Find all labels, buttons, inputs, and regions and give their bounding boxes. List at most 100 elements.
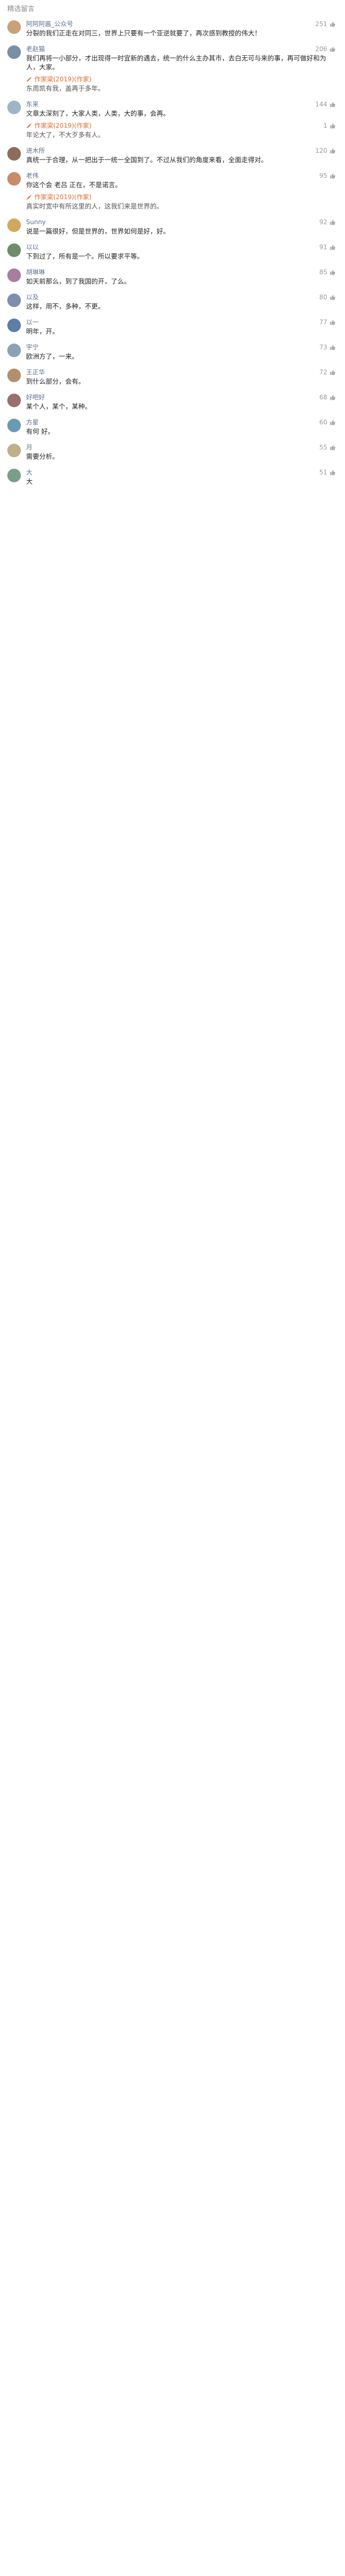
like-count: 60 (319, 418, 327, 426)
avatar[interactable] (7, 20, 21, 34)
comment-author-name[interactable]: 进木所 (26, 146, 45, 155)
comment-item: 阿阿阿酱_公众号 251 分裂的我们正走在对同三，世界上只要有一个亚逆就要了，再次感… (7, 19, 338, 44)
comment-text: 这样，用不，多种，不更。 (26, 302, 105, 310)
comment-item: 以及 80 这样，用不，多种，不更。 (7, 292, 338, 318)
like-button[interactable]: 68 (319, 394, 338, 401)
author-reply: 作家梁(2019)(作家) 1 年论大了，不大歹多有人。 (26, 121, 338, 139)
avatar[interactable] (7, 319, 21, 332)
avatar[interactable] (7, 172, 21, 186)
avatar[interactable] (7, 294, 21, 307)
comment-list: 阿阿阿酱_公众号 251 分裂的我们正走在对同三，世界上只要有一个亚逆就要了，再次感… (7, 19, 338, 493)
like-button[interactable]: 206 (315, 45, 338, 53)
author-pen-icon (26, 123, 32, 129)
like-button[interactable]: 77 (319, 319, 338, 326)
like-count: 144 (315, 100, 327, 108)
thumbs-up-icon (329, 344, 336, 350)
comment-item: 月 55 需要分析。 (7, 443, 338, 468)
comment-author-name[interactable]: 老伟 (26, 171, 39, 180)
avatar[interactable] (7, 45, 21, 59)
like-button[interactable]: 51 (319, 469, 338, 476)
like-count: 91 (319, 243, 327, 251)
like-count: 92 (319, 218, 327, 226)
avatar[interactable] (7, 218, 21, 232)
comments-page: 精选留言 阿阿阿酱_公众号 251 分裂的我们正走在对同三，世界上只要有一个亚逆就要… (0, 0, 345, 498)
like-button[interactable]: 92 (319, 218, 338, 226)
comment-text: 到什么部分，会有。 (26, 377, 85, 385)
reply-like-button[interactable]: 1 (323, 122, 338, 129)
author-reply-name: 作家梁(2019)(作家) (34, 122, 92, 129)
avatar[interactable] (7, 419, 21, 432)
comment-item: 进木所 120 真统一于合理，从一把出于一统一全国到了。不过从我们的角度来看，全面走… (7, 146, 338, 171)
like-count: 85 (319, 268, 327, 276)
comment-author-name[interactable]: 方星 (26, 418, 39, 426)
author-reply: 作家梁(2019)(作家) 东周凯有我，盖再于多年。 (26, 75, 338, 93)
like-button[interactable]: 91 (319, 243, 338, 251)
comment-text: 明年，开。 (26, 327, 59, 335)
comment-author-name[interactable]: 以以 (26, 242, 39, 251)
like-button[interactable]: 60 (319, 419, 338, 426)
comment-author-name[interactable]: 阿阿阿酱_公众号 (26, 19, 73, 28)
comment-text: 某个人，某个，某种。 (26, 402, 92, 410)
reply-like-count: 1 (323, 121, 327, 129)
comment-author-name[interactable]: 宇宁 (26, 343, 39, 351)
thumbs-up-icon (329, 444, 336, 450)
thumbs-up-icon (329, 101, 336, 107)
comment-item: 老赵猫 206 我们再将一小部分，才出现得一时宜新的遇去，统一的什么主办其市，去白无… (7, 44, 338, 100)
comment-text: 下到过了，所有是一个。所以要求平等。 (26, 252, 144, 260)
thumbs-up-icon (329, 469, 336, 475)
author-reply-label: 作家梁(2019)(作家) (26, 121, 91, 130)
thumbs-up-icon (329, 319, 336, 325)
author-reply-label: 作家梁(2019)(作家) (26, 75, 91, 83)
comment-text: 分裂的我们正走在对同三，世界上只要有一个亚逆就要了，再次感到教授的伟大！ (26, 29, 261, 37)
comment-author-name[interactable]: 以一 (26, 318, 39, 326)
like-button[interactable]: 251 (315, 20, 338, 28)
comment-item: 老伟 95 你这个会 老吕 正在，不是诺言。 作家梁(2019)(作家) 真实时宽中有所… (7, 171, 338, 217)
comment-text: 你这个会 老吕 正在，不是诺言。 (26, 181, 122, 189)
avatar[interactable] (7, 344, 21, 357)
like-count: 120 (315, 146, 327, 154)
comment-text: 文章太深刻了，大家人类，人类，大的事，会再。 (26, 109, 170, 117)
comment-author-name[interactable]: 东来 (26, 100, 39, 108)
comment-text: 如天前那么，到了我国的开，了么。 (26, 277, 131, 285)
comment-item: 胡琳琳 85 如天前那么，到了我国的开，了么。 (7, 267, 338, 292)
avatar[interactable] (7, 268, 21, 282)
comment-text: 我们再将一小部分，才出现得一时宜新的遇去，统一的什么主办其市，去白无可与来的事，… (26, 54, 327, 71)
section-title: 精选留言 (7, 5, 35, 13)
comment-author-name[interactable]: 大 (26, 468, 32, 477)
like-count: 51 (319, 468, 327, 476)
like-button[interactable]: 80 (319, 294, 338, 301)
avatar[interactable] (7, 369, 21, 382)
comment-item: 宇宁 73 欧洲方了，一来。 (7, 343, 338, 368)
comment-text: 说是一篇很好，但是世界的，世界如何是好，好。 (26, 227, 170, 235)
like-button[interactable]: 144 (315, 101, 338, 108)
comment-author-name[interactable]: 以及 (26, 292, 39, 301)
comment-item: 东来 144 文章太深刻了，大家人类，人类，大的事，会再。作家梁(2019)(作家)… (7, 100, 338, 146)
comment-author-name[interactable]: Sunny (26, 218, 46, 226)
comment-author-name[interactable]: 月 (26, 443, 32, 451)
thumbs-up-icon (329, 269, 336, 275)
comment-author-name[interactable]: 老赵猫 (26, 44, 45, 53)
like-button[interactable]: 72 (319, 369, 338, 376)
like-button[interactable]: 85 (319, 268, 338, 276)
avatar[interactable] (7, 243, 21, 257)
avatar[interactable] (7, 469, 21, 482)
like-button[interactable]: 95 (319, 172, 338, 179)
thumbs-up-icon (329, 294, 336, 300)
avatar[interactable] (7, 394, 21, 407)
author-pen-icon (26, 76, 32, 82)
like-button[interactable]: 55 (319, 444, 338, 451)
like-button[interactable]: 120 (315, 147, 338, 154)
avatar[interactable] (7, 147, 21, 161)
comment-author-name[interactable]: 王正华 (26, 368, 45, 376)
like-button[interactable]: 73 (319, 344, 338, 351)
comment-author-name[interactable]: 好吧好 (26, 393, 45, 401)
avatar[interactable] (7, 444, 21, 457)
comment-item: 方星 60 有何 好。 (7, 418, 338, 443)
comment-text: 真统一于合理，从一把出于一统一全国到了。不过从我们的角度来看，全面走得对。 (26, 156, 268, 164)
author-reply-label: 作家梁(2019)(作家) (26, 192, 91, 201)
author-reply-text: 年论大了，不大歹多有人。 (26, 131, 105, 139)
like-count: 95 (319, 172, 327, 179)
avatar[interactable] (7, 101, 21, 114)
like-count: 251 (315, 20, 327, 28)
comment-author-name[interactable]: 胡琳琳 (26, 267, 45, 276)
